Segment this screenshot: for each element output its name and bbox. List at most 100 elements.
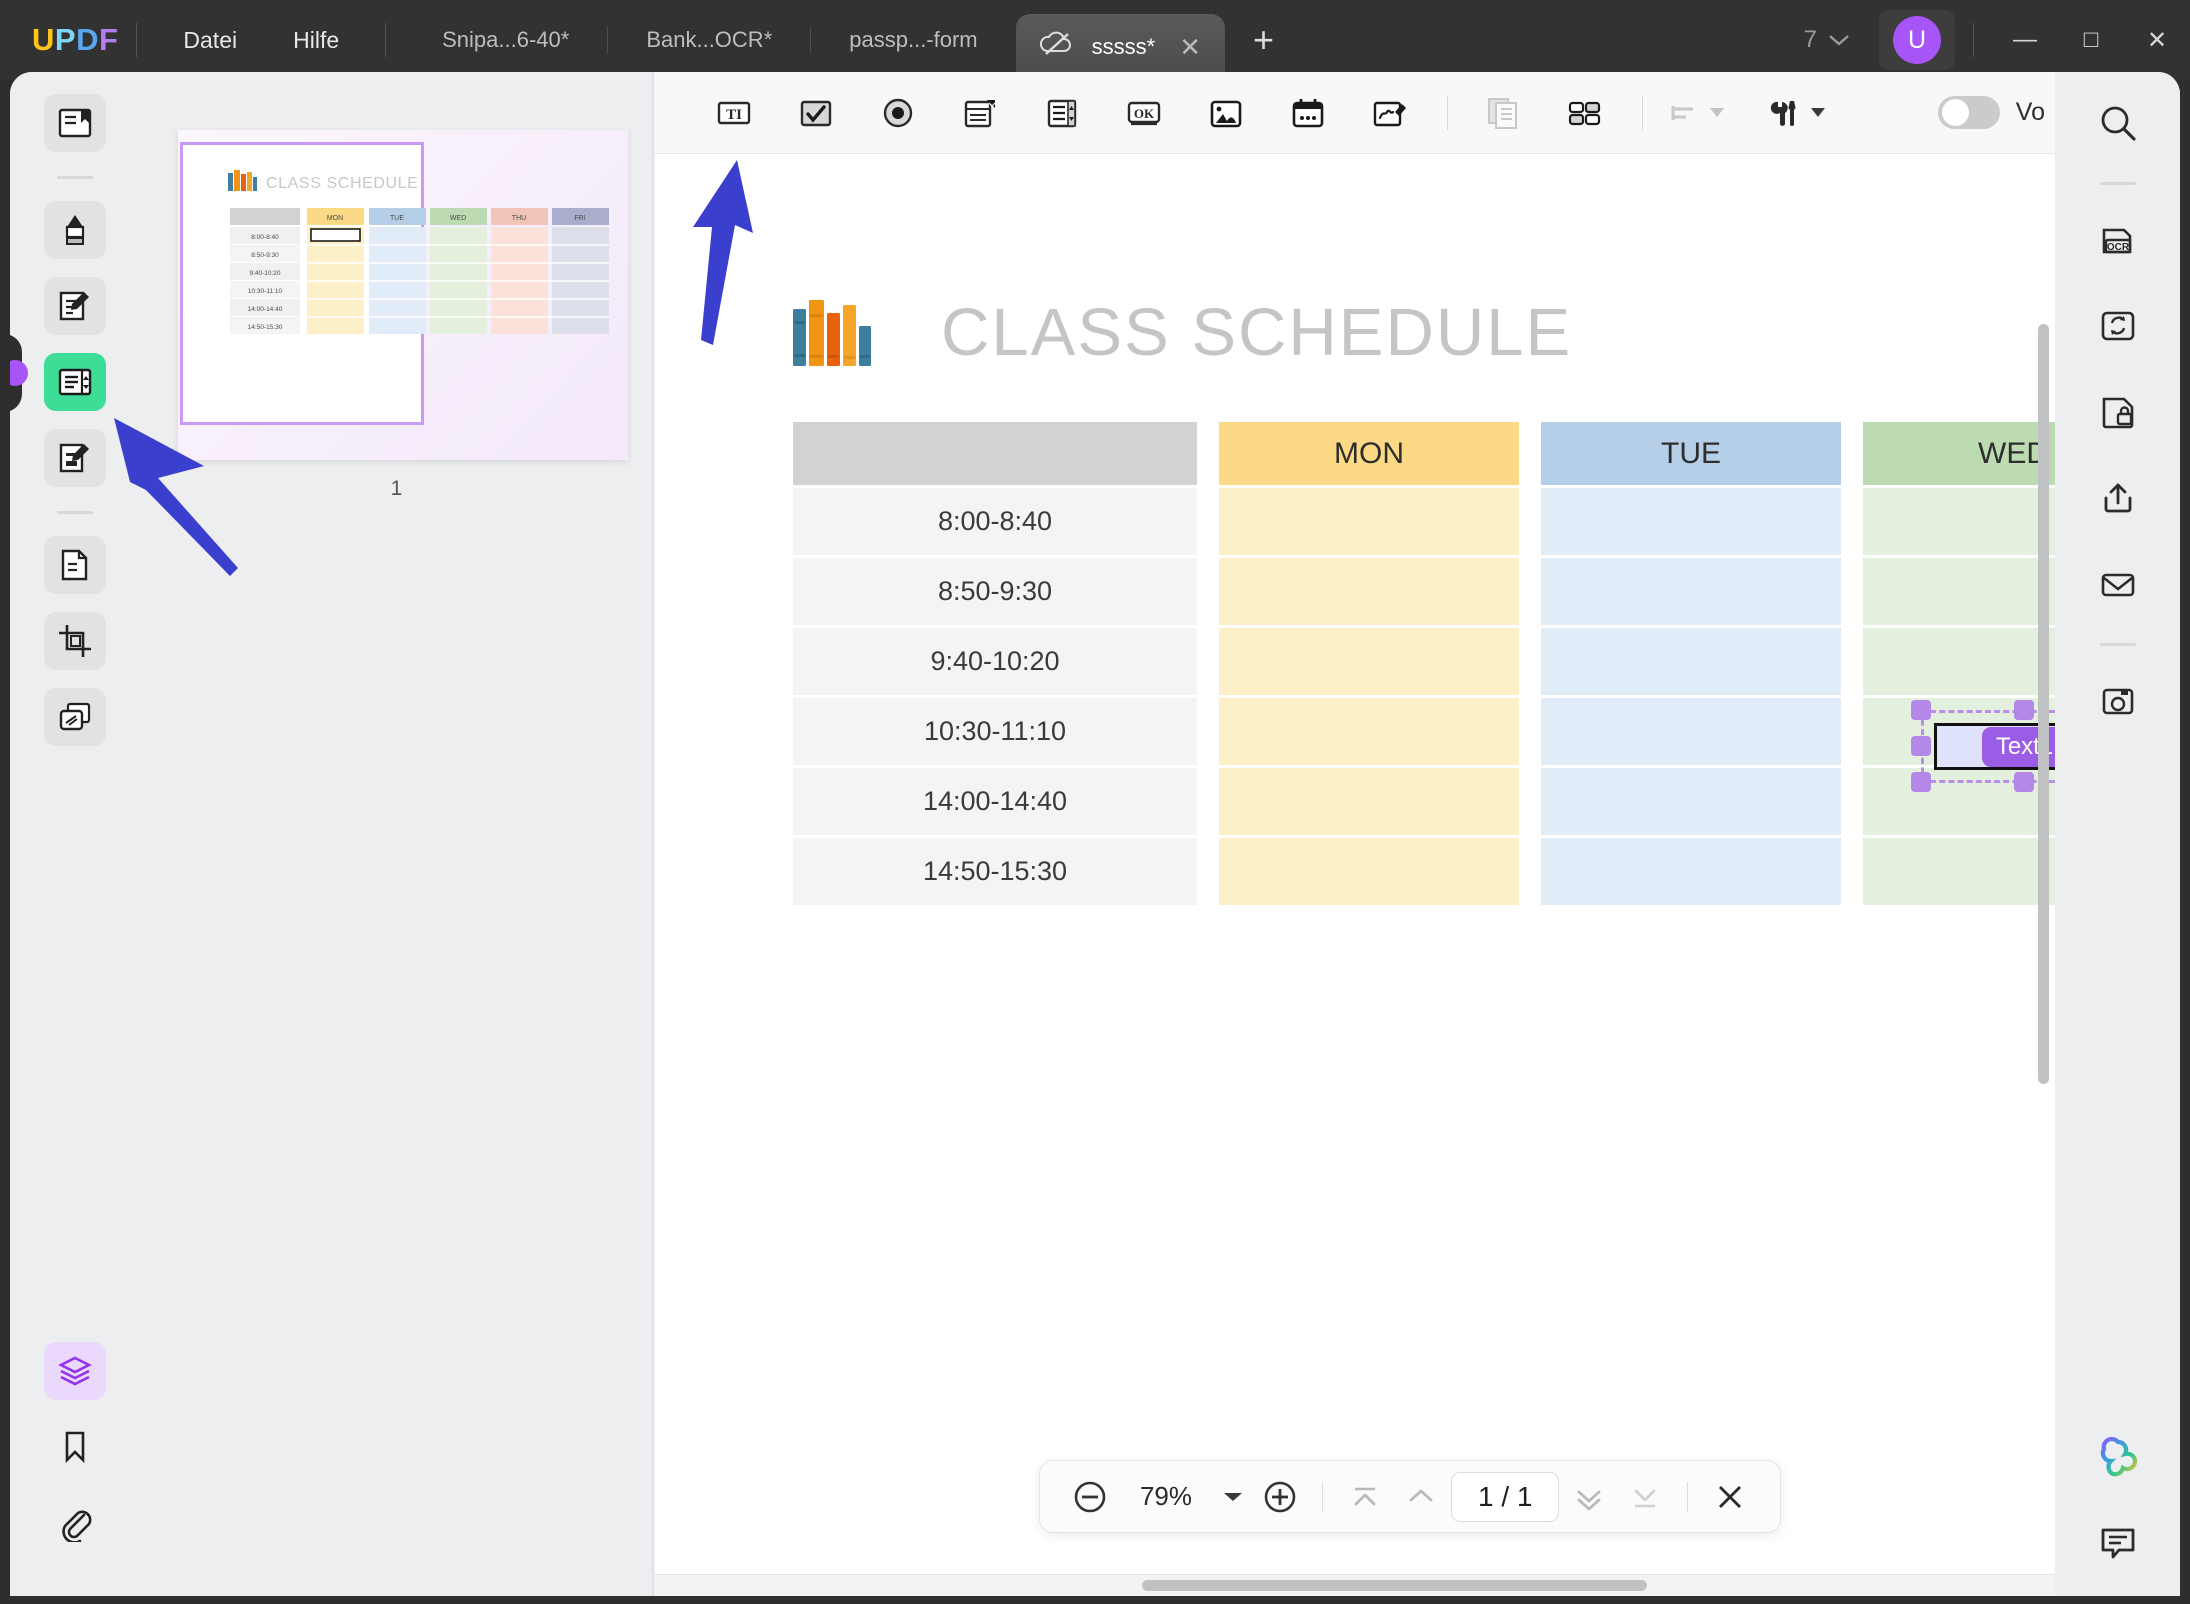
svg-text:8:00-8:40: 8:00-8:40	[251, 234, 279, 241]
schedule-cell[interactable]	[1863, 558, 2055, 625]
push-button-tool[interactable]: OK	[1113, 82, 1175, 144]
zoom-preset-dropdown[interactable]	[1216, 1471, 1250, 1523]
scrollbar-thumb[interactable]	[1142, 1580, 1647, 1591]
save-as-button[interactable]	[2087, 672, 2149, 730]
divider	[1447, 96, 1448, 130]
time-cell: 10:30-11:10	[793, 698, 1197, 765]
schedule-cell[interactable]	[1541, 488, 1841, 555]
svg-text:TUE: TUE	[390, 215, 404, 222]
selected-form-field[interactable]: Text1	[1921, 710, 2055, 783]
sidebar-item-bookmarks[interactable]	[44, 1418, 106, 1476]
sidebar-item-annotate[interactable]	[44, 201, 106, 259]
list-box-tool[interactable]	[1031, 82, 1093, 144]
svg-text:OK: OK	[1134, 106, 1155, 121]
viewer-horizontal-scrollbar[interactable]	[655, 1574, 2055, 1596]
sidebar-item-crop[interactable]	[44, 612, 106, 670]
sidebar-item-reader[interactable]	[44, 94, 106, 152]
schedule-cell[interactable]	[1219, 768, 1519, 835]
schedule-cell[interactable]	[1863, 488, 2055, 555]
tab-order-button[interactable]	[1554, 82, 1616, 144]
doc-tab-snipa[interactable]: Snipa...6-40*	[404, 0, 607, 80]
schedule-cell[interactable]	[1541, 768, 1841, 835]
image-field-tool[interactable]	[1195, 82, 1257, 144]
sidebar-item-layers[interactable]	[44, 1342, 106, 1400]
text-field-widget[interactable]: Text1	[1934, 723, 2055, 770]
ocr-button[interactable]: OCR	[2087, 211, 2149, 269]
sidebar-item-fill-sign[interactable]	[44, 429, 106, 487]
schedule-cell[interactable]	[1863, 628, 2055, 695]
sidebar-item-protect[interactable]	[44, 688, 106, 746]
combo-box-tool[interactable]	[949, 82, 1011, 144]
menu-datei[interactable]: Datei	[155, 0, 265, 80]
close-window-button[interactable]: ✕	[2124, 0, 2190, 80]
svg-text:14:00-14:40: 14:00-14:40	[248, 306, 283, 313]
new-tab-button[interactable]: +	[1225, 22, 1302, 58]
schedule-cell[interactable]	[1541, 698, 1841, 765]
close-icon	[1711, 1478, 1749, 1516]
class-schedule-table: 8:00-8:40 8:50-9:30 9:40-10:20 10:30-11:…	[793, 422, 2055, 905]
viewer-vertical-scrollbar[interactable]	[2038, 324, 2049, 1084]
comments-button[interactable]	[2087, 1514, 2149, 1572]
sidebar-item-attachments[interactable]	[44, 1494, 106, 1552]
time-cell: 14:00-14:40	[793, 768, 1197, 835]
date-field-tool[interactable]	[1277, 82, 1339, 144]
zoom-out-button[interactable]	[1064, 1471, 1116, 1523]
share-button[interactable]	[2087, 469, 2149, 527]
tab-count-dropdown[interactable]: 7	[1804, 26, 1851, 54]
doc-tab-bank[interactable]: Bank...OCR*	[608, 0, 810, 80]
minimize-button[interactable]: —	[1992, 0, 2058, 80]
email-button[interactable]	[2087, 555, 2149, 613]
schedule-cell[interactable]	[1541, 628, 1841, 695]
pdf-page[interactable]: CLASS SCHEDULE 8:00-8:40 8:50-9:30 9:40-…	[655, 154, 2055, 1596]
close-icon[interactable]: ✕	[1179, 32, 1201, 63]
thumbnail-card[interactable]: CLASS SCHEDULE MON TUE WED THU FRI 8:00-…	[178, 130, 628, 460]
align-fields-button[interactable]	[1667, 82, 1724, 144]
last-page-button[interactable]	[1619, 1471, 1671, 1523]
toggle-switch[interactable]	[1938, 96, 2000, 129]
sidebar-item-prepare-form[interactable]	[44, 353, 106, 411]
schedule-cell[interactable]	[1541, 838, 1841, 905]
resize-handle-sw[interactable]	[1911, 772, 1931, 792]
resize-handle-s[interactable]	[2014, 772, 2034, 792]
resize-handle-n[interactable]	[2014, 700, 2034, 720]
sidebar-item-convert[interactable]	[44, 536, 106, 594]
schedule-cell[interactable]	[1219, 488, 1519, 555]
avatar: U	[1893, 16, 1941, 64]
divider	[2100, 182, 2136, 185]
sidebar-item-edit-pdf[interactable]	[44, 277, 106, 335]
account-button[interactable]: U	[1879, 10, 1955, 70]
redact-pages-icon	[56, 698, 94, 736]
next-page-button[interactable]	[1563, 1471, 1615, 1523]
protect-button[interactable]	[2087, 383, 2149, 441]
menu-hilfe[interactable]: Hilfe	[265, 0, 367, 80]
svg-text:FRI: FRI	[574, 215, 585, 222]
schedule-cell[interactable]	[1219, 628, 1519, 695]
previous-page-button[interactable]	[1395, 1471, 1447, 1523]
schedule-cell[interactable]	[1219, 698, 1519, 765]
doc-tab-active-sssss[interactable]: sssss* ✕	[1016, 14, 1225, 80]
ai-assistant-button[interactable]	[2087, 1430, 2149, 1488]
schedule-cell[interactable]	[1541, 558, 1841, 625]
signature-field-tool[interactable]	[1359, 82, 1421, 144]
schedule-cell[interactable]	[1219, 558, 1519, 625]
zoom-in-button[interactable]	[1254, 1471, 1306, 1523]
radio-button-tool[interactable]	[867, 82, 929, 144]
text-field-tool[interactable]: TI	[703, 82, 765, 144]
svg-text:14:50-15:30: 14:50-15:30	[248, 324, 283, 331]
preview-toggle[interactable]: Vo	[1938, 96, 2055, 129]
first-page-button[interactable]	[1339, 1471, 1391, 1523]
checkbox-icon	[797, 94, 835, 132]
schedule-cell[interactable]	[1219, 838, 1519, 905]
close-zoom-bar-button[interactable]	[1704, 1471, 1756, 1523]
resize-handle-w[interactable]	[1911, 736, 1931, 756]
convert-button[interactable]	[2087, 297, 2149, 355]
checkbox-tool[interactable]	[785, 82, 847, 144]
search-button[interactable]	[2087, 94, 2149, 152]
page-indicator[interactable]: 1 / 1	[1451, 1472, 1559, 1522]
copy-fields-button[interactable]	[1472, 82, 1534, 144]
field-properties-button[interactable]	[1764, 82, 1825, 144]
resize-handle-nw[interactable]	[1911, 700, 1931, 720]
schedule-cell[interactable]	[1863, 838, 2055, 905]
maximize-button[interactable]: □	[2058, 0, 2124, 80]
doc-tab-passport[interactable]: passp...-form	[811, 0, 1015, 80]
